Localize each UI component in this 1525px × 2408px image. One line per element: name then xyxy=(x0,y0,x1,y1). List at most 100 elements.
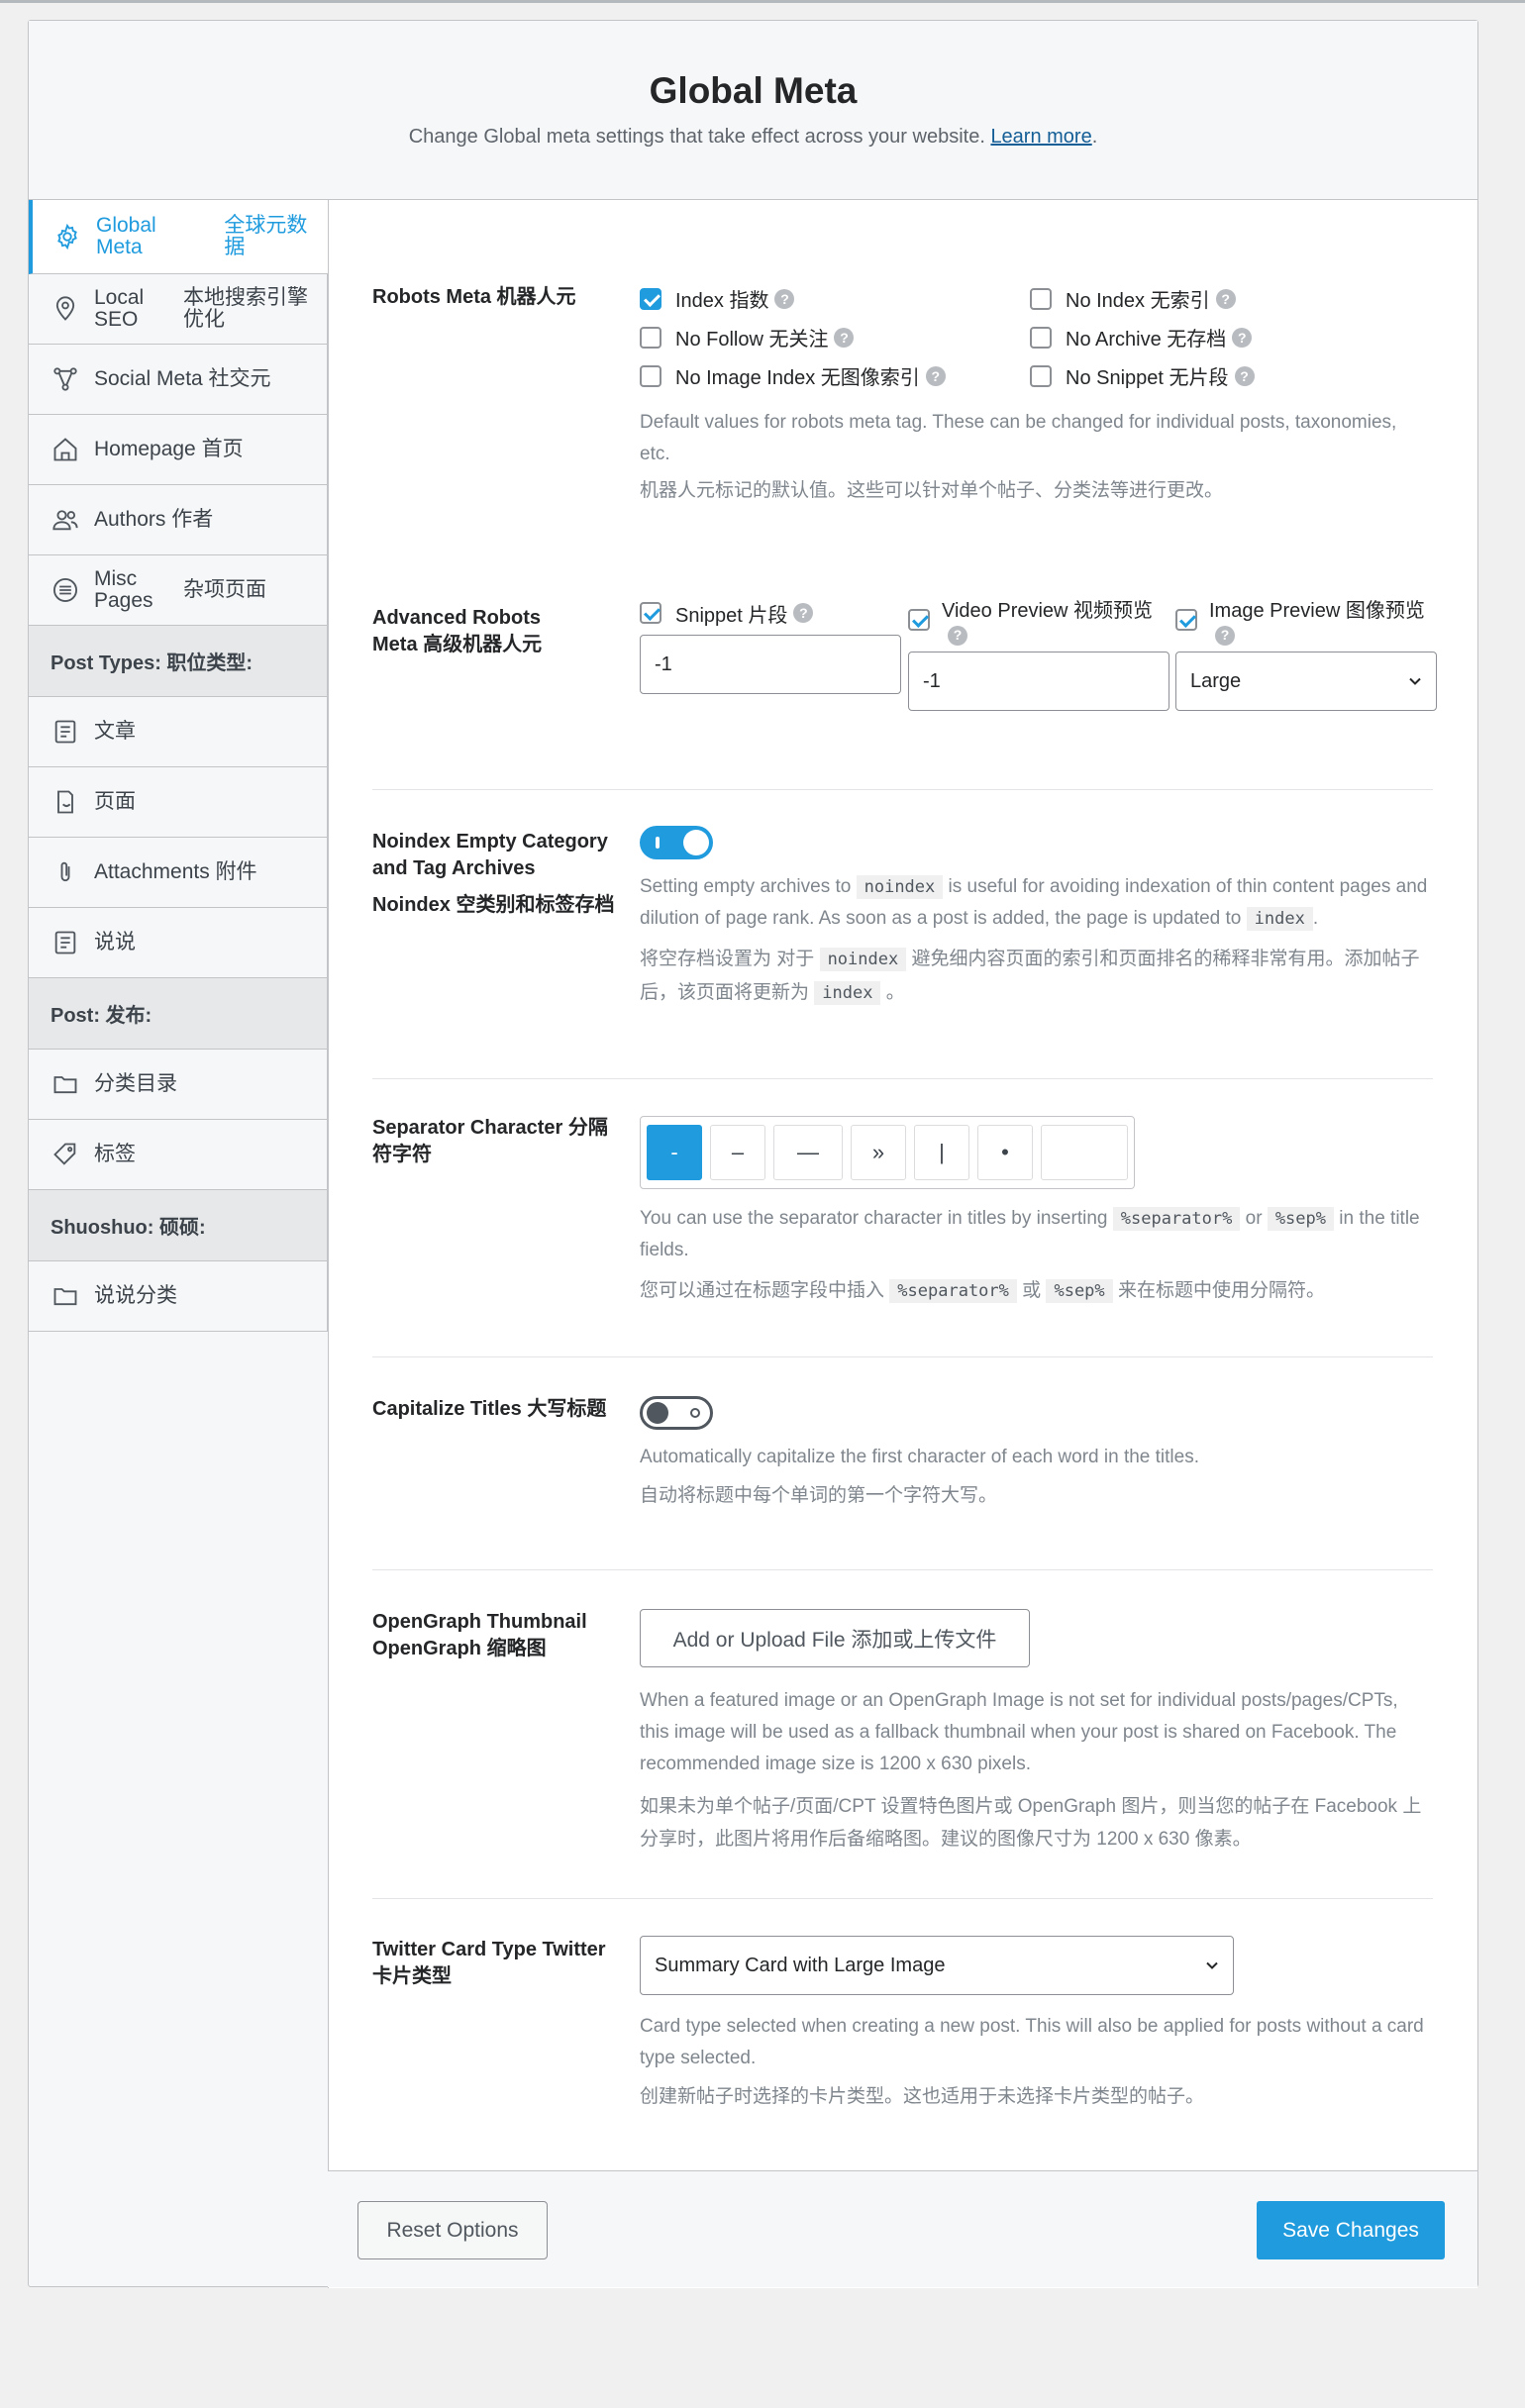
gear-icon xyxy=(52,222,82,251)
separator-button-group: - – — » | • xyxy=(640,1116,1135,1189)
sidebar-item-global-meta[interactable]: Global Meta 全球元数据 xyxy=(29,200,328,274)
checkbox-checked[interactable] xyxy=(640,287,661,310)
opengraph-description: When a featured image or an OpenGraph Im… xyxy=(640,1690,1398,1774)
document-icon xyxy=(51,717,80,747)
separator-option-hyphen[interactable]: - xyxy=(647,1125,702,1180)
sidebar-item-authors[interactable]: Authors 作者 xyxy=(29,485,328,555)
opengraph-description-cn: 如果未为单个帖子/页面/CPT 设置特色图片或 OpenGraph 图片，则当您… xyxy=(640,1796,1422,1850)
robots-meta-row: Robots Meta 机器人元 Index 指数? No Index 无索引?… xyxy=(372,284,1433,501)
chevron-down-icon xyxy=(1409,677,1421,685)
separator-option-em-dash[interactable]: — xyxy=(773,1125,843,1180)
sidebar-item-post-type-posts[interactable]: 文章 xyxy=(29,697,328,767)
sidebar-item-shuoshuo[interactable]: 说说 xyxy=(29,908,328,978)
help-icon[interactable]: ? xyxy=(834,327,855,348)
video-preview-checkbox[interactable]: Video Preview 视频预览? xyxy=(908,600,1169,646)
help-icon[interactable]: ? xyxy=(948,625,967,646)
robots-nofollow-checkbox[interactable]: No Follow 无关注? xyxy=(640,323,855,351)
sidebar-item-label: Local SEO xyxy=(94,286,145,331)
checkbox-unchecked[interactable] xyxy=(1030,326,1052,349)
separator-option-pipe[interactable]: | xyxy=(914,1125,969,1180)
home-icon xyxy=(51,435,80,464)
help-icon[interactable]: ? xyxy=(1234,365,1255,386)
sidebar-section-post-types: Post Types: 职位类型: xyxy=(29,626,328,697)
twitter-card-row: Twitter Card Type Twitter 卡片类型 Summary C… xyxy=(372,1900,1433,2169)
location-pin-icon xyxy=(51,294,80,324)
checkbox-checked[interactable] xyxy=(908,609,930,631)
sidebar-item-label: 说说 xyxy=(94,931,136,953)
separator-option-en-dash[interactable]: – xyxy=(710,1125,765,1180)
separator-description-cn: 您可以通过在标题字段中插入 %separator% 或 %sep% 来在标题中使… xyxy=(640,1279,1325,1303)
learn-more-link[interactable]: Learn more xyxy=(990,126,1091,148)
checkbox-unchecked[interactable] xyxy=(640,326,661,349)
settings-footer: Reset Options Save Changes xyxy=(328,2170,1477,2287)
sidebar-item-post-type-pages[interactable]: 页面 xyxy=(29,767,328,838)
help-icon[interactable]: ? xyxy=(925,365,946,386)
robots-nosnippet-checkbox[interactable]: No Snippet 无片段? xyxy=(1030,361,1255,390)
checkbox-unchecked[interactable] xyxy=(640,364,661,387)
help-icon[interactable]: ? xyxy=(793,603,814,623)
robots-noarchive-checkbox[interactable]: No Archive 无存档? xyxy=(1030,323,1253,351)
capitalize-toggle[interactable] xyxy=(640,1396,713,1430)
help-icon[interactable]: ? xyxy=(1215,625,1235,646)
upload-file-button[interactable]: Add or Upload File 添加或上传文件 xyxy=(640,1609,1030,1667)
reset-options-button[interactable]: Reset Options xyxy=(357,2201,548,2259)
sidebar-item-social-meta[interactable]: Social Meta 社交元 xyxy=(29,345,328,415)
help-icon[interactable]: ? xyxy=(774,288,795,309)
twitter-card-select[interactable]: Summary Card with Large Image xyxy=(640,1936,1234,1995)
capitalize-label: Capitalize Titles 大写标题 xyxy=(372,1398,607,1420)
separator-option-bullet[interactable]: • xyxy=(977,1125,1033,1180)
share-nodes-icon xyxy=(51,364,80,394)
image-preview-checkbox[interactable]: Image Preview 图像预览? xyxy=(1175,600,1437,646)
video-preview-control: Video Preview 视频预览? -1 xyxy=(908,600,1169,711)
sidebar-item-label: Homepage 首页 xyxy=(94,438,244,460)
twitter-card-description: Card type selected when creating a new p… xyxy=(640,2016,1424,2068)
sidebar-section-shuoshuo: Shuoshuo: 硕硕: xyxy=(29,1190,328,1261)
sidebar-item-attachments[interactable]: Attachments 附件 xyxy=(29,838,328,908)
noindex-empty-label: Noindex Empty Category and Tag Archives … xyxy=(372,831,615,916)
sidebar-item-label: 标签 xyxy=(94,1143,136,1165)
sidebar-item-shuoshuo-categories[interactable]: 说说分类 xyxy=(29,1261,328,1332)
robots-description-cn: 机器人元标记的默认值。这些可以针对单个帖子、分类法等进行更改。 xyxy=(640,480,1224,501)
robots-description: Default values for robots meta tag. Thes… xyxy=(640,412,1397,464)
chevron-down-icon xyxy=(1206,1961,1218,1969)
capitalize-description: Automatically capitalize the first chara… xyxy=(640,1447,1199,1467)
page-title: Global Meta xyxy=(649,70,858,111)
checkbox-unchecked[interactable] xyxy=(1030,287,1052,310)
robots-checkbox-grid: Index 指数? No Index 无索引? No Follow 无关注? N… xyxy=(640,284,1432,413)
sidebar-item-tags[interactable]: 标签 xyxy=(29,1120,328,1190)
twitter-card-description-cn: 创建新帖子时选择的卡片类型。这也适用于未选择卡片类型的帖子。 xyxy=(640,2086,1205,2107)
separator-option-raquo[interactable]: » xyxy=(851,1125,906,1180)
snippet-checkbox[interactable]: Snippet 片段? xyxy=(640,600,901,627)
sidebar-item-misc-pages[interactable]: Misc Pages 杂项页面 xyxy=(29,555,328,626)
save-changes-button[interactable]: Save Changes xyxy=(1257,2201,1445,2259)
robots-index-checkbox[interactable]: Index 指数? xyxy=(640,284,795,313)
robots-meta-label: Robots Meta 机器人元 xyxy=(372,286,576,308)
noindex-empty-toggle[interactable] xyxy=(640,826,713,859)
robots-noimageindex-checkbox[interactable]: No Image Index 无图像索引? xyxy=(640,361,946,390)
opengraph-row: OpenGraph Thumbnail OpenGraph 缩略图 Add or… xyxy=(372,1571,1433,1899)
sidebar-item-homepage[interactable]: Homepage 首页 xyxy=(29,415,328,485)
image-preview-control: Image Preview 图像预览? Large xyxy=(1175,600,1437,711)
help-icon[interactable]: ? xyxy=(1215,288,1236,309)
help-icon[interactable]: ? xyxy=(1232,327,1253,348)
sidebar-item-label: Global Meta xyxy=(96,214,156,258)
snippet-length-input[interactable]: -1 xyxy=(640,635,901,694)
page-header: Global Meta Change Global meta settings … xyxy=(29,21,1477,200)
snippet-control: Snippet 片段? -1 xyxy=(640,600,901,694)
checkbox-checked[interactable] xyxy=(1175,609,1197,631)
sidebar-item-local-seo[interactable]: Local SEO 本地搜索引擎优化 xyxy=(29,274,328,345)
sidebar-section-post: Post: 发布: xyxy=(29,978,328,1050)
video-preview-input[interactable]: -1 xyxy=(908,652,1169,711)
sidebar-item-categories[interactable]: 分类目录 xyxy=(29,1050,328,1120)
sidebar-item-label: 说说分类 xyxy=(94,1284,177,1307)
document-icon xyxy=(51,928,80,957)
settings-panel: Global Meta Change Global meta settings … xyxy=(28,20,1478,2288)
checkbox-checked[interactable] xyxy=(640,602,661,624)
sidebar-item-label-cn: 全球元数据 xyxy=(224,214,308,258)
separator-custom-input[interactable] xyxy=(1041,1125,1128,1180)
noindex-description: Setting empty archives to noindex is use… xyxy=(640,875,1428,931)
robots-noindex-checkbox[interactable]: No Index 无索引? xyxy=(1030,284,1236,313)
separator-description: You can use the separator character in t… xyxy=(640,1207,1420,1260)
image-preview-select[interactable]: Large xyxy=(1175,652,1437,711)
checkbox-unchecked[interactable] xyxy=(1030,364,1052,387)
